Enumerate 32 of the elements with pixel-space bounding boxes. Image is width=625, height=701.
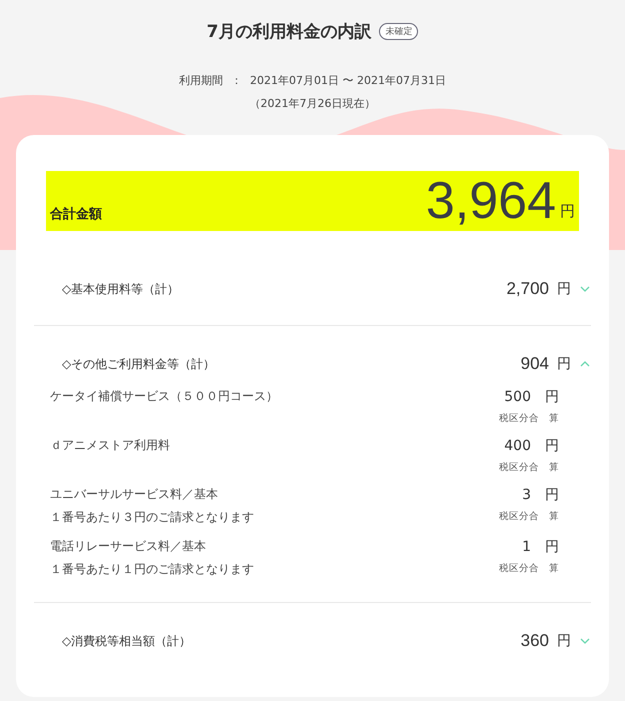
tax-note: 税区分合 算: [499, 461, 559, 474]
period-value: 2021年07月01日 〜 2021年07月31日: [250, 73, 446, 88]
item-note: １番号あたり３円のご請求となります: [50, 509, 254, 526]
item-name: ユニバーサルサービス料／基本: [50, 486, 218, 503]
tax-note: 税区分合 算: [499, 510, 559, 523]
item-amount: 500 円: [504, 388, 559, 406]
item-name: 電話リレーサービス料／基本: [50, 538, 206, 555]
total-label: 合計金額: [50, 206, 102, 223]
period-separator: ：: [231, 73, 242, 88]
item-name: ｄアニメストア利用料: [50, 437, 170, 454]
tax-note: 税区分合 算: [499, 412, 559, 425]
item-amount: 3 円: [522, 486, 559, 504]
section-amount: 904: [520, 354, 549, 374]
total-amount: 3,964: [426, 175, 556, 227]
section-title: ◇消費税等相当額（計）: [62, 632, 192, 650]
page-title: 7月の利用料金の内訳: [206, 21, 372, 43]
item-name: ケータイ補償サービス（５００円コース）: [50, 388, 278, 405]
item-amount: 1 円: [522, 538, 559, 556]
section-amount: 2,700: [506, 279, 549, 299]
status-badge: 未確定: [379, 23, 418, 40]
section-title: ◇その他ご利用料金等（計）: [62, 356, 216, 372]
section-unit: 円: [557, 355, 571, 373]
item-note: １番号あたり１円のご請求となります: [50, 561, 254, 578]
section-title: ◇基本使用料等（計）: [62, 280, 180, 298]
section-unit: 円: [557, 280, 571, 298]
section-unit: 円: [557, 632, 571, 650]
period-label: 利用期間: [179, 73, 223, 88]
tax-note: 税区分合 算: [499, 562, 559, 575]
as-of-date: （2021年7月26日現在）: [250, 96, 376, 111]
section-amount: 360: [520, 631, 549, 651]
item-amount: 400 円: [504, 437, 559, 455]
total-unit: 円: [560, 202, 575, 221]
